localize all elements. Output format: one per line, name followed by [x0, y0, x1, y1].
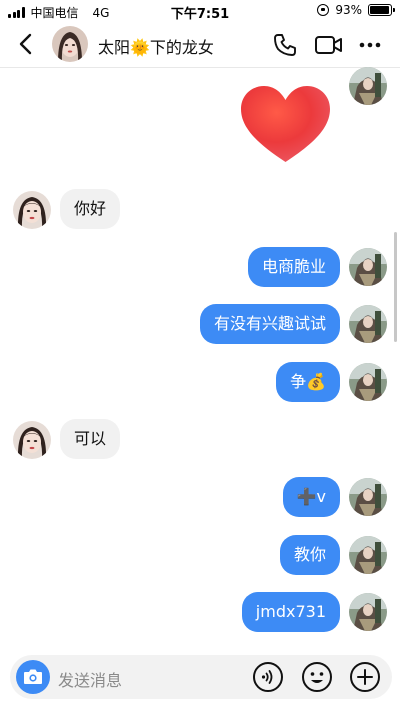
my-avatar[interactable] — [349, 593, 387, 631]
heart-sticker[interactable] — [238, 84, 333, 164]
message-input[interactable]: 发送消息 — [58, 667, 122, 691]
contact-avatar[interactable] — [13, 191, 51, 229]
battery-level — [370, 6, 389, 14]
outgoing-message[interactable]: 有没有兴趣试试 — [199, 304, 340, 344]
voice-icon[interactable] — [252, 661, 284, 693]
chevron-left-icon[interactable] — [14, 31, 38, 57]
incoming-message[interactable]: 你好 — [60, 189, 121, 229]
outgoing-message[interactable]: ➕v — [282, 477, 340, 517]
my-avatar[interactable] — [349, 305, 387, 343]
camera-icon — [24, 669, 42, 684]
status-right: 93% — [317, 3, 395, 17]
my-avatar[interactable] — [349, 248, 387, 286]
video-camera-icon[interactable] — [314, 34, 344, 56]
my-avatar[interactable] — [349, 478, 387, 516]
more-dots-icon[interactable] — [358, 34, 382, 56]
scrollbar[interactable] — [394, 232, 397, 342]
contact-avatar[interactable] — [52, 26, 88, 62]
outgoing-message[interactable]: 争💰 — [276, 362, 340, 402]
chat-header: 太阳🌞下的龙女 — [0, 22, 400, 68]
my-avatar[interactable] — [349, 67, 387, 105]
battery-icon — [368, 4, 395, 16]
orientation-lock-icon — [317, 4, 330, 16]
outgoing-message[interactable]: jmdx731 — [241, 592, 340, 632]
contact-avatar[interactable] — [13, 421, 51, 459]
phone-icon[interactable] — [272, 32, 298, 58]
plus-icon[interactable] — [349, 661, 381, 693]
contact-name[interactable]: 太阳🌞下的龙女 — [98, 34, 214, 58]
outgoing-message[interactable]: 电商脆业 — [247, 247, 340, 287]
outgoing-message[interactable]: 教你 — [279, 535, 340, 575]
incoming-message[interactable]: 可以 — [60, 419, 121, 459]
camera-button[interactable] — [16, 660, 50, 694]
emoji-icon[interactable] — [301, 661, 333, 693]
my-avatar[interactable] — [349, 363, 387, 401]
status-bar: 中国电信 4G 下午7:51 93% — [0, 0, 400, 22]
message-input-bar: 发送消息 — [10, 655, 392, 699]
my-avatar[interactable] — [349, 536, 387, 574]
battery-percent: 93% — [335, 3, 362, 17]
